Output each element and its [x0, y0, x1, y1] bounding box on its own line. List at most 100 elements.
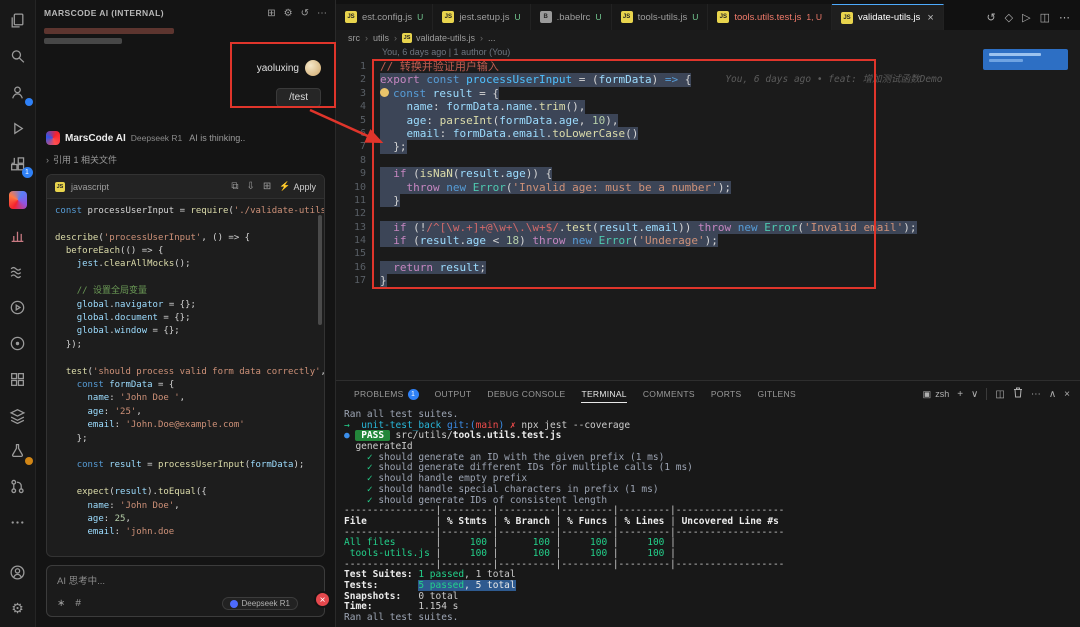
code-line: ● PASS src/utils/tools.utils.test.js	[344, 431, 1080, 442]
reference-toggle[interactable]: › 引用 1 相关文件	[46, 153, 325, 166]
pull-requests-icon[interactable]	[7, 476, 29, 498]
tab-status-badge: U	[417, 12, 423, 22]
new-file-icon[interactable]: ⊞	[263, 181, 271, 192]
panel-tab-comments[interactable]: COMMENTS	[635, 381, 703, 407]
run-file-icon[interactable]: ▷	[1022, 11, 1030, 24]
mention-icon[interactable]: ∗	[57, 598, 65, 609]
extensions-badge: 1	[22, 167, 33, 178]
layers-icon[interactable]	[7, 404, 29, 426]
accounts-icon[interactable]	[7, 82, 29, 104]
js-file-icon: JS	[345, 11, 357, 23]
code-block-header: JS javascript ⧉ ⇩ ⊞ ⚡Apply	[47, 175, 324, 199]
run-tests-icon[interactable]	[7, 297, 29, 319]
code-line: 2export const processUserInput = (formDa…	[336, 73, 1080, 86]
breadcrumb-item[interactable]: utils	[373, 33, 389, 43]
code-line: 1// 转换并验证用户输入	[336, 60, 1080, 73]
terminal-dropdown-icon[interactable]: ∨	[971, 389, 978, 400]
compare-icon[interactable]: ◇	[1005, 11, 1013, 24]
beaker-badge	[25, 457, 33, 465]
editor-tab-est.config.js[interactable]: JSest.config.jsU	[336, 4, 433, 30]
code-line: beforeEach(() => {	[55, 245, 316, 258]
settings-gear-icon[interactable]: ⚙	[7, 597, 29, 619]
user-name: yaoluxing	[257, 63, 299, 74]
run-debug-icon[interactable]	[7, 117, 29, 139]
maximize-panel-icon[interactable]: ∧	[1049, 389, 1056, 400]
apply-button[interactable]: ⚡Apply	[279, 181, 316, 192]
split-terminal-icon[interactable]: ◫	[995, 389, 1004, 400]
extensions-icon[interactable]: 1	[7, 153, 29, 175]
code-line: global.window = {};	[55, 326, 316, 339]
editor-tab-.babelrc[interactable]: B.babelrcU	[531, 4, 612, 30]
experiments-beaker-icon[interactable]	[7, 440, 29, 462]
panel-tab-output[interactable]: OUTPUT	[427, 381, 480, 407]
editor-tab-validate-utils.js[interactable]: JSvalidate-utils.js×	[832, 4, 944, 30]
tab-status-badge: U	[595, 12, 601, 22]
babel-file-icon: B	[540, 11, 552, 23]
tab-label: tools.utils.test.js	[734, 12, 801, 23]
code-line: 12	[336, 207, 1080, 220]
more-panel-actions-icon[interactable]: ⋯	[1031, 389, 1041, 400]
breadcrumb-item[interactable]: JSvalidate-utils.js	[402, 33, 475, 43]
breadcrumb-item[interactable]: src	[348, 33, 360, 43]
more-actions-icon[interactable]: ⋯	[317, 8, 327, 19]
editor-tab-tools-utils.js[interactable]: JStools-utils.jsU	[612, 4, 709, 30]
metrics-chart-icon[interactable]	[7, 225, 29, 247]
code-language-label: javascript	[71, 182, 225, 192]
chat-code-content[interactable]: const processUserInput = require('./vali…	[47, 199, 324, 556]
tab-status-badge: U	[514, 12, 520, 22]
panel-tab-debug-console[interactable]: DEBUG CONSOLE	[479, 381, 573, 407]
close-panel-icon[interactable]: ×	[1064, 389, 1070, 400]
code-line: 17}	[336, 274, 1080, 287]
back-icon[interactable]: ↺	[986, 11, 995, 24]
panel-tab-problems[interactable]: PROBLEMS1	[346, 381, 427, 407]
history-icon[interactable]: ↺	[301, 8, 309, 19]
account-icon[interactable]	[7, 561, 29, 583]
dashboard-grid-icon[interactable]	[7, 368, 29, 390]
ide-window: 1 ⚙ MARSCODE AI (INTERNAL) ⊞ ⚙ ↺ ⋯	[0, 0, 1080, 627]
chat-input-box[interactable]: AI 思考中... ∗ # Deepseek R1 ×	[46, 565, 325, 617]
new-terminal-icon[interactable]: +	[957, 389, 963, 400]
panel-tab-terminal[interactable]: TERMINAL	[573, 381, 634, 407]
chat-settings-icon[interactable]: ⚙	[284, 8, 293, 19]
reference-label: 引用 1 相关文件	[53, 153, 117, 166]
js-file-icon: JS	[402, 33, 412, 43]
new-chat-icon[interactable]: ⊞	[267, 8, 275, 19]
explorer-icon[interactable]	[7, 10, 29, 32]
activity-waves-icon[interactable]	[7, 261, 29, 283]
copy-icon[interactable]: ⧉	[231, 181, 238, 192]
code-line: 9 if (isNaN(result.age)) {	[336, 167, 1080, 180]
code-line: global.document = {};	[55, 312, 316, 325]
code-editor[interactable]: 1// 转换并验证用户输入2export const processUserIn…	[336, 59, 1080, 380]
code-line: 5 age: parseInt(formData.age, 10),	[336, 114, 1080, 127]
chat-thread: yaoluxing /test MarsCode AI Deepseek R1 …	[36, 52, 335, 557]
editor-tab-jest.setup.js[interactable]: JSjest.setup.jsU	[433, 4, 530, 30]
panel-actions: ▣ zsh + ∨ ◫ ⋯ ∧ ×	[923, 387, 1070, 401]
breadcrumb-item[interactable]: ...	[488, 33, 496, 43]
input-status-text: AI 思考中...	[57, 573, 314, 587]
kill-terminal-icon[interactable]	[1013, 387, 1023, 401]
marscode-ai-icon[interactable]	[7, 189, 29, 211]
editor-tab-tools.utils.test.js[interactable]: JStools.utils.test.js1, U	[708, 4, 832, 30]
scrollbar-thumb[interactable]	[318, 215, 322, 325]
gitlens-file-blame[interactable]: You, 6 days ago | 1 author (You)	[336, 46, 1080, 59]
terminal-shell-selector[interactable]: ▣ zsh	[923, 389, 950, 400]
search-icon[interactable]	[7, 46, 29, 68]
model-selector[interactable]: Deepseek R1	[222, 597, 298, 610]
insert-icon[interactable]: ⇩	[246, 181, 254, 192]
hash-icon[interactable]: #	[75, 598, 81, 609]
code-line: 11 }	[336, 194, 1080, 207]
code-line: });	[55, 339, 316, 352]
chat-code-block: JS javascript ⧉ ⇩ ⊞ ⚡Apply const process…	[46, 174, 325, 557]
js-file-icon: JS	[717, 11, 729, 23]
code-line: 7 };	[336, 140, 1080, 153]
close-tab-icon[interactable]: ×	[927, 12, 933, 24]
more-editor-actions-icon[interactable]: ⋯	[1059, 11, 1070, 24]
panel-tab-ports[interactable]: PORTS	[703, 381, 750, 407]
panel-tab-gitlens[interactable]: GITLENS	[749, 381, 803, 407]
split-editor-icon[interactable]: ◫	[1040, 11, 1050, 24]
more-icon[interactable]	[7, 512, 29, 534]
test-target-icon[interactable]	[7, 332, 29, 354]
terminal-output[interactable]: Ran all test suites.→ unit-test_back git…	[336, 407, 1080, 627]
user-message: yaoluxing /test	[50, 60, 321, 107]
stop-generating-button[interactable]: ×	[314, 591, 331, 608]
